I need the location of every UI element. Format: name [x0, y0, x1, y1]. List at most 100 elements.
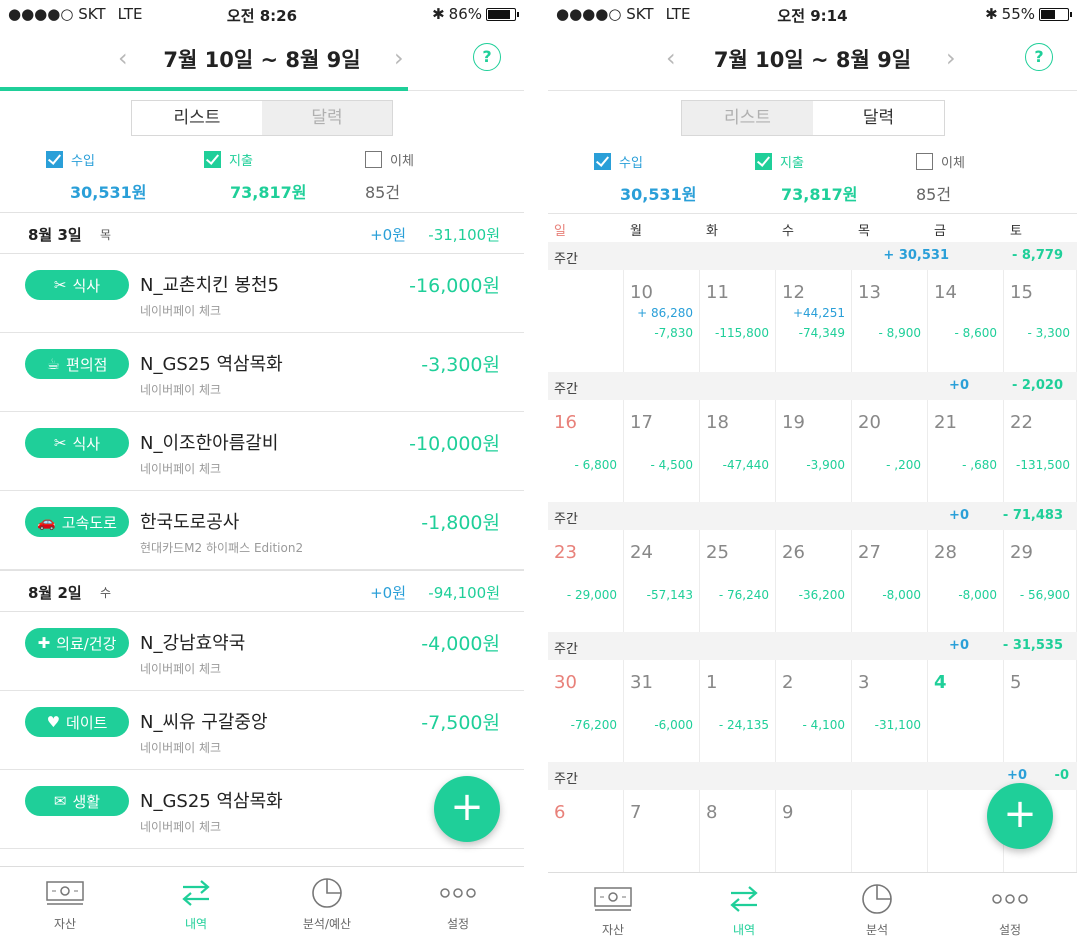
weekly-expense: - 2,020: [1011, 378, 1063, 393]
category-badge[interactable]: ✚ 의료/건강: [25, 628, 129, 658]
category-badge[interactable]: ☕ 편의점: [25, 349, 129, 379]
period-title[interactable]: 7월 10일 ~ 8월 9일: [0, 44, 524, 74]
calendar-day-cell[interactable]: 18 -47,440: [700, 400, 776, 502]
transaction-row[interactable]: ✂ 식사 N_이조한아름갈비 네이버페이 체크 -10,000원: [0, 412, 524, 491]
transaction-row[interactable]: 🚗 고속도로 한국도로공사 현대카드M2 하이패스 Edition2 -1,800원: [0, 491, 524, 570]
category-badge[interactable]: ✉ 생활: [25, 786, 129, 816]
calendar-day-cell[interactable]: 2 - 4,100: [776, 660, 852, 762]
calendar-day-cell[interactable]: 26 -36,200: [776, 530, 852, 632]
calendar-day-cell[interactable]: 17 - 4,500: [624, 400, 700, 502]
payment-method: 네이버페이 체크: [140, 662, 222, 676]
weekly-income: +0: [949, 378, 969, 393]
fork-knife-icon: ✂: [53, 434, 67, 452]
day-number: 17: [630, 412, 653, 433]
expense-checkbox[interactable]: [755, 153, 772, 170]
tab-list[interactable]: 리스트: [132, 101, 262, 135]
calendar-day-cell[interactable]: 19 -3,900: [776, 400, 852, 502]
transaction-row[interactable]: ☕ 편의점 N_GS25 역삼목화 네이버페이 체크 -3,300원: [0, 333, 524, 412]
income-checkbox[interactable]: [594, 153, 611, 170]
next-period-button[interactable]: ›: [394, 44, 404, 72]
calendar-day-cell[interactable]: 25 - 76,240: [700, 530, 776, 632]
income-checkbox[interactable]: [46, 151, 63, 168]
merchant-name: N_교촌치킨 봉천5: [140, 275, 279, 296]
category-badge[interactable]: ✂ 식사: [25, 428, 129, 458]
calendar-day-cell[interactable]: 13 - 8,900: [852, 270, 928, 372]
calendar-day-cell[interactable]: 5: [1004, 660, 1077, 762]
tab-pie-chart[interactable]: 분석: [827, 873, 927, 938]
calendar-day-cell[interactable]: 11 -115,800: [700, 270, 776, 372]
calendar-day-cell[interactable]: 21 - ,680: [928, 400, 1004, 502]
calendar-day-cell[interactable]: 20 - ,200: [852, 400, 928, 502]
category-label: 생활: [72, 792, 101, 811]
tab-calendar[interactable]: 달력: [813, 101, 944, 135]
calendar-day-cell[interactable]: 28 -8,000: [928, 530, 1004, 632]
expense-label: 지출: [780, 156, 804, 171]
calendar-day-cell[interactable]: 23 - 29,000: [548, 530, 624, 632]
day-number: 31: [630, 672, 653, 693]
weekly-label: 주간: [554, 382, 578, 397]
tab-transfer-arrows[interactable]: 내역: [146, 867, 246, 932]
category-label: 의료/건강: [56, 634, 117, 653]
tab-money[interactable]: 자산: [15, 867, 115, 932]
day-number: 9: [782, 802, 794, 823]
transaction-amount: -10,000원: [409, 433, 500, 455]
add-transaction-button[interactable]: +: [987, 783, 1053, 849]
calendar-day-cell[interactable]: 1 - 24,135: [700, 660, 776, 762]
weekly-summary-row: 주간 + 30,531 - 8,779: [548, 242, 1077, 270]
day-number: 21: [934, 412, 957, 433]
weekly-summary-row: 주간 +0 - 31,535: [548, 632, 1077, 660]
calendar-day-cell[interactable]: 3 -31,100: [852, 660, 928, 762]
expense-total: 73,817원: [230, 183, 307, 202]
day-expense: -57,143: [646, 588, 693, 602]
help-button[interactable]: ?: [473, 43, 501, 71]
calendar-day-cell[interactable]: 16 - 6,800: [548, 400, 624, 502]
day-number: 16: [554, 412, 577, 433]
tab-calendar[interactable]: 달력: [262, 101, 392, 135]
header-divider: [548, 90, 1077, 91]
calendar-day-cell[interactable]: 14 - 8,600: [928, 270, 1004, 372]
tab-list[interactable]: 리스트: [682, 101, 813, 135]
weekday-label: 화: [706, 224, 718, 239]
calendar-day-cell[interactable]: 31 -6,000: [624, 660, 700, 762]
transfer-checkbox[interactable]: [916, 153, 933, 170]
day-expense: - 8,900: [878, 326, 922, 340]
income-label: 수입: [619, 156, 643, 171]
tab-more-dots[interactable]: 설정: [960, 873, 1060, 938]
add-transaction-button[interactable]: +: [434, 776, 500, 842]
calendar-day-cell[interactable]: 24 -57,143: [624, 530, 700, 632]
category-badge[interactable]: ♥ 데이트: [25, 707, 129, 737]
category-badge[interactable]: ✂ 식사: [25, 270, 129, 300]
coffee-cup-icon: ☕: [46, 355, 61, 373]
tab-more-dots[interactable]: 설정: [408, 867, 508, 932]
day-number: 29: [1010, 542, 1033, 563]
tab-money[interactable]: 자산: [563, 873, 663, 938]
merchant-name: N_GS25 역삼목화: [140, 354, 283, 375]
calendar-day-cell[interactable]: 10 + 86,280 -7,830: [624, 270, 700, 372]
calendar-day-cell[interactable]: 22 -131,500: [1004, 400, 1077, 502]
expense-checkbox[interactable]: [204, 151, 221, 168]
weekday-label: 일: [554, 224, 566, 239]
tab-transfer-arrows[interactable]: 내역: [694, 873, 794, 938]
day-expense: - 6,800: [574, 458, 618, 472]
calendar-day-cell[interactable]: 4: [928, 660, 1004, 762]
period-title[interactable]: 7월 10일 ~ 8월 9일: [548, 44, 1077, 74]
calendar-day-cell[interactable]: 27 -8,000: [852, 530, 928, 632]
calendar-day-cell[interactable]: 30 -76,200: [548, 660, 624, 762]
expense-label: 지출: [229, 154, 253, 169]
weekly-expense: - 71,483: [1002, 508, 1063, 523]
help-button[interactable]: ?: [1025, 43, 1053, 71]
category-badge[interactable]: 🚗 고속도로: [25, 507, 129, 537]
calendar-week: 30 -76,200 31 -6,000 1 - 24,135 2 - 4,100 3 -31,1…: [548, 660, 1077, 762]
transaction-row[interactable]: ✚ 의료/건강 N_강남효약국 네이버페이 체크 -4,000원: [0, 612, 524, 691]
transaction-row[interactable]: ♥ 데이트 N_씨유 구갈중앙 네이버페이 체크 -7,500원: [0, 691, 524, 770]
calendar-day-cell[interactable]: 15 - 3,300: [1004, 270, 1077, 372]
day-number: 11: [706, 282, 729, 303]
day-expense: -131,500: [1016, 458, 1070, 472]
tab-pie-chart[interactable]: 분석/예산: [277, 867, 377, 932]
calendar-day-cell[interactable]: 12 +44,251 -74,349: [776, 270, 852, 372]
next-period-button[interactable]: ›: [946, 44, 956, 72]
day-weekday: 목: [100, 228, 112, 242]
transfer-checkbox[interactable]: [365, 151, 382, 168]
transaction-row[interactable]: ✂ 식사 N_교촌치킨 봉천5 네이버페이 체크 -16,000원: [0, 254, 524, 333]
calendar-day-cell[interactable]: 29 - 56,900: [1004, 530, 1077, 632]
